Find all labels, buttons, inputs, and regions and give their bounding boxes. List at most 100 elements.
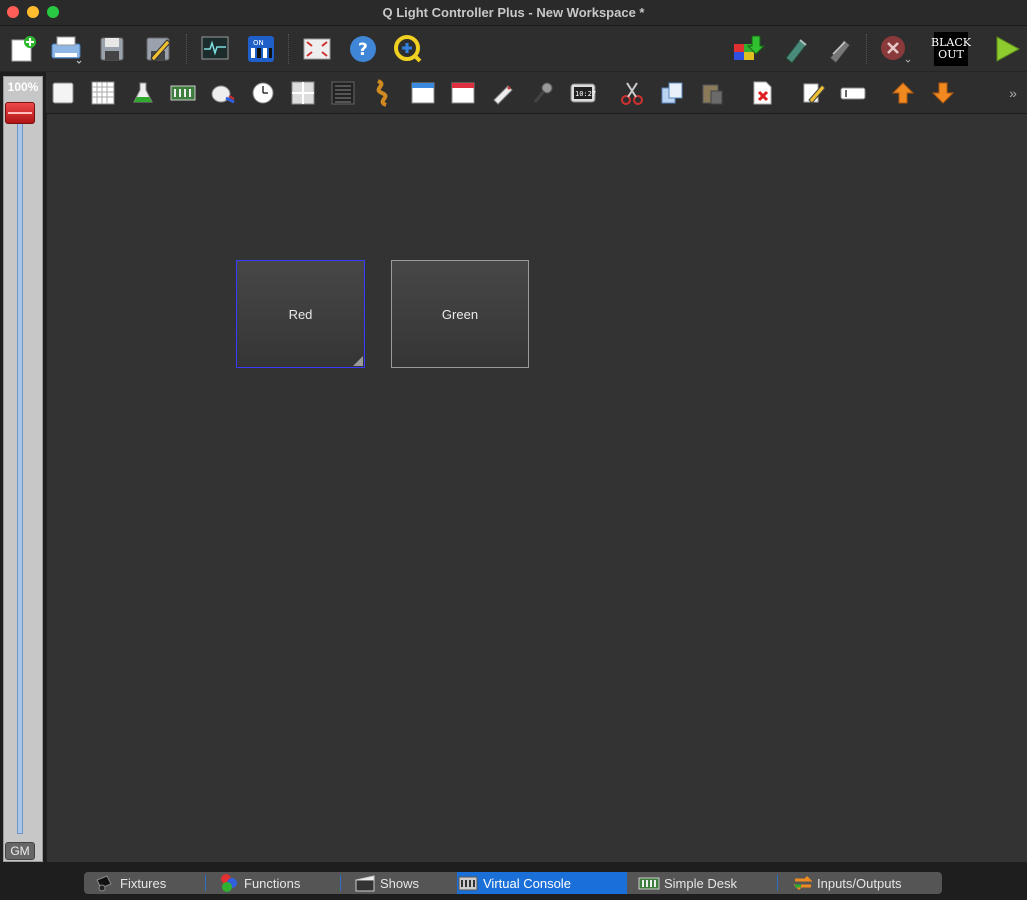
- stop-icon: [881, 36, 911, 63]
- clock-icon: [252, 82, 274, 104]
- rename-widget-button[interactable]: [838, 78, 868, 108]
- slider-matrix-icon: [170, 85, 196, 101]
- grand-master-button[interactable]: GM: [5, 842, 35, 860]
- toolbar-separator: [866, 34, 867, 64]
- tab-shows[interactable]: Shows: [354, 872, 454, 894]
- tab-functions[interactable]: Functions: [218, 872, 338, 894]
- new-workspace-button[interactable]: [5, 32, 39, 66]
- bring-to-front-button[interactable]: [888, 78, 918, 108]
- arrow-down-icon: [931, 82, 955, 104]
- tab-separator: [777, 875, 778, 891]
- add-knob-widget[interactable]: [208, 78, 238, 108]
- open-workspace-button[interactable]: [49, 32, 83, 66]
- add-button-matrix-widget[interactable]: [88, 78, 118, 108]
- swap-arrows-icon: [791, 874, 813, 892]
- add-audio-triggers-widget[interactable]: [528, 78, 558, 108]
- mode-toggle-button[interactable]: [990, 32, 1024, 66]
- copy-icon: [661, 82, 683, 104]
- main-toolbar: ON ? BLACK OUT: [0, 26, 1027, 72]
- save-icon: [100, 37, 124, 61]
- tab-label: Virtual Console: [483, 875, 571, 891]
- add-cue-list-widget[interactable]: [328, 78, 358, 108]
- title-bar: Q Light Controller Plus - New Workspace …: [0, 0, 1027, 26]
- button-matrix-icon: [91, 81, 115, 105]
- minimize-window-button[interactable]: [27, 6, 39, 18]
- toolbar-separator: [186, 34, 187, 64]
- add-slider-widget[interactable]: [128, 78, 158, 108]
- edit-tool-icon: [829, 39, 851, 64]
- about-button[interactable]: [391, 32, 425, 66]
- tab-virtual-console[interactable]: Virtual Console: [457, 872, 627, 894]
- send-to-back-button[interactable]: [928, 78, 958, 108]
- xy-pad-icon: [291, 81, 315, 105]
- close-window-button[interactable]: [7, 6, 19, 18]
- list-icon: [331, 81, 355, 105]
- add-matrix-widget[interactable]: [368, 78, 398, 108]
- add-solo-frame-widget[interactable]: [448, 78, 478, 108]
- svg-text:10:27: 10:27: [575, 90, 596, 98]
- tab-label: Simple Desk: [664, 875, 737, 891]
- microphone-icon: [533, 82, 553, 103]
- grand-master-track[interactable]: [17, 118, 23, 834]
- printer-icon: [51, 36, 82, 64]
- blackout-button[interactable]: BLACK OUT: [931, 32, 971, 66]
- toolbar-separator: [288, 34, 289, 64]
- bottom-tab-bar: Fixtures Functions Shows Virtual Console…: [0, 862, 1027, 900]
- save-as-button[interactable]: [141, 32, 175, 66]
- pencil-tool-icon: [785, 39, 807, 64]
- window-controls: [7, 6, 59, 18]
- design-mode-button[interactable]: [822, 32, 856, 66]
- cut-button[interactable]: [617, 78, 647, 108]
- svg-text:?: ?: [358, 40, 368, 60]
- fullscreen-button[interactable]: [300, 32, 334, 66]
- dip-switch-icon: ON: [248, 36, 274, 62]
- paste-button[interactable]: [697, 78, 727, 108]
- dmx-monitor-icon: [201, 36, 229, 60]
- copy-button[interactable]: [657, 78, 687, 108]
- delete-icon: [753, 81, 772, 105]
- rename-icon: [840, 87, 866, 100]
- tab-label: Inputs/Outputs: [817, 875, 902, 891]
- tag-icon: [493, 85, 513, 105]
- add-frame-widget[interactable]: [408, 78, 438, 108]
- save-workspace-button[interactable]: [95, 32, 129, 66]
- button-widget-icon: [52, 82, 74, 104]
- vc-button-label: Green: [441, 306, 479, 322]
- solo-frame-icon: [451, 82, 475, 104]
- help-icon: ?: [350, 36, 376, 62]
- edit-properties-icon: [803, 83, 826, 104]
- add-button-widget[interactable]: [48, 78, 78, 108]
- add-clock-widget[interactable]: 10:27: [568, 78, 598, 108]
- add-label-widget[interactable]: [488, 78, 518, 108]
- address-tool-button[interactable]: ON: [244, 32, 278, 66]
- add-xy-pad-widget[interactable]: [288, 78, 318, 108]
- mixer-icon: [638, 874, 660, 892]
- tab-inputs-outputs[interactable]: Inputs/Outputs: [791, 872, 936, 894]
- qlc-logo-icon: [394, 35, 422, 63]
- toolbar-overflow-button[interactable]: »: [998, 78, 1027, 108]
- tab-separator: [340, 875, 341, 891]
- save-as-icon: [146, 37, 171, 62]
- help-button[interactable]: ?: [346, 32, 380, 66]
- knob-icon: [211, 85, 235, 104]
- vc-button-green[interactable]: Green: [391, 260, 529, 368]
- tab-simple-desk[interactable]: Simple Desk: [638, 872, 773, 894]
- vc-button-red[interactable]: Red: [236, 260, 365, 368]
- virtual-console-canvas[interactable]: Red Green: [46, 114, 1027, 862]
- stop-all-functions-button[interactable]: [878, 32, 912, 66]
- add-slider-matrix-widget[interactable]: [168, 78, 198, 108]
- delete-button[interactable]: [747, 78, 777, 108]
- zoom-window-button[interactable]: [47, 6, 59, 18]
- resize-grip-icon[interactable]: [353, 356, 363, 366]
- operate-mode-button[interactable]: [778, 32, 812, 66]
- widget-properties-button[interactable]: [798, 78, 828, 108]
- vc-button-label: Red: [288, 306, 313, 322]
- monitor-button[interactable]: [198, 32, 232, 66]
- functions-icon: [218, 874, 240, 892]
- tab-fixtures[interactable]: Fixtures: [94, 872, 204, 894]
- digital-clock-icon: 10:27: [570, 83, 596, 103]
- live-edit-button[interactable]: [732, 32, 766, 66]
- add-speed-dial-widget[interactable]: [248, 78, 278, 108]
- grand-master-slider-handle[interactable]: [5, 102, 35, 124]
- tab-label: Fixtures: [120, 875, 167, 891]
